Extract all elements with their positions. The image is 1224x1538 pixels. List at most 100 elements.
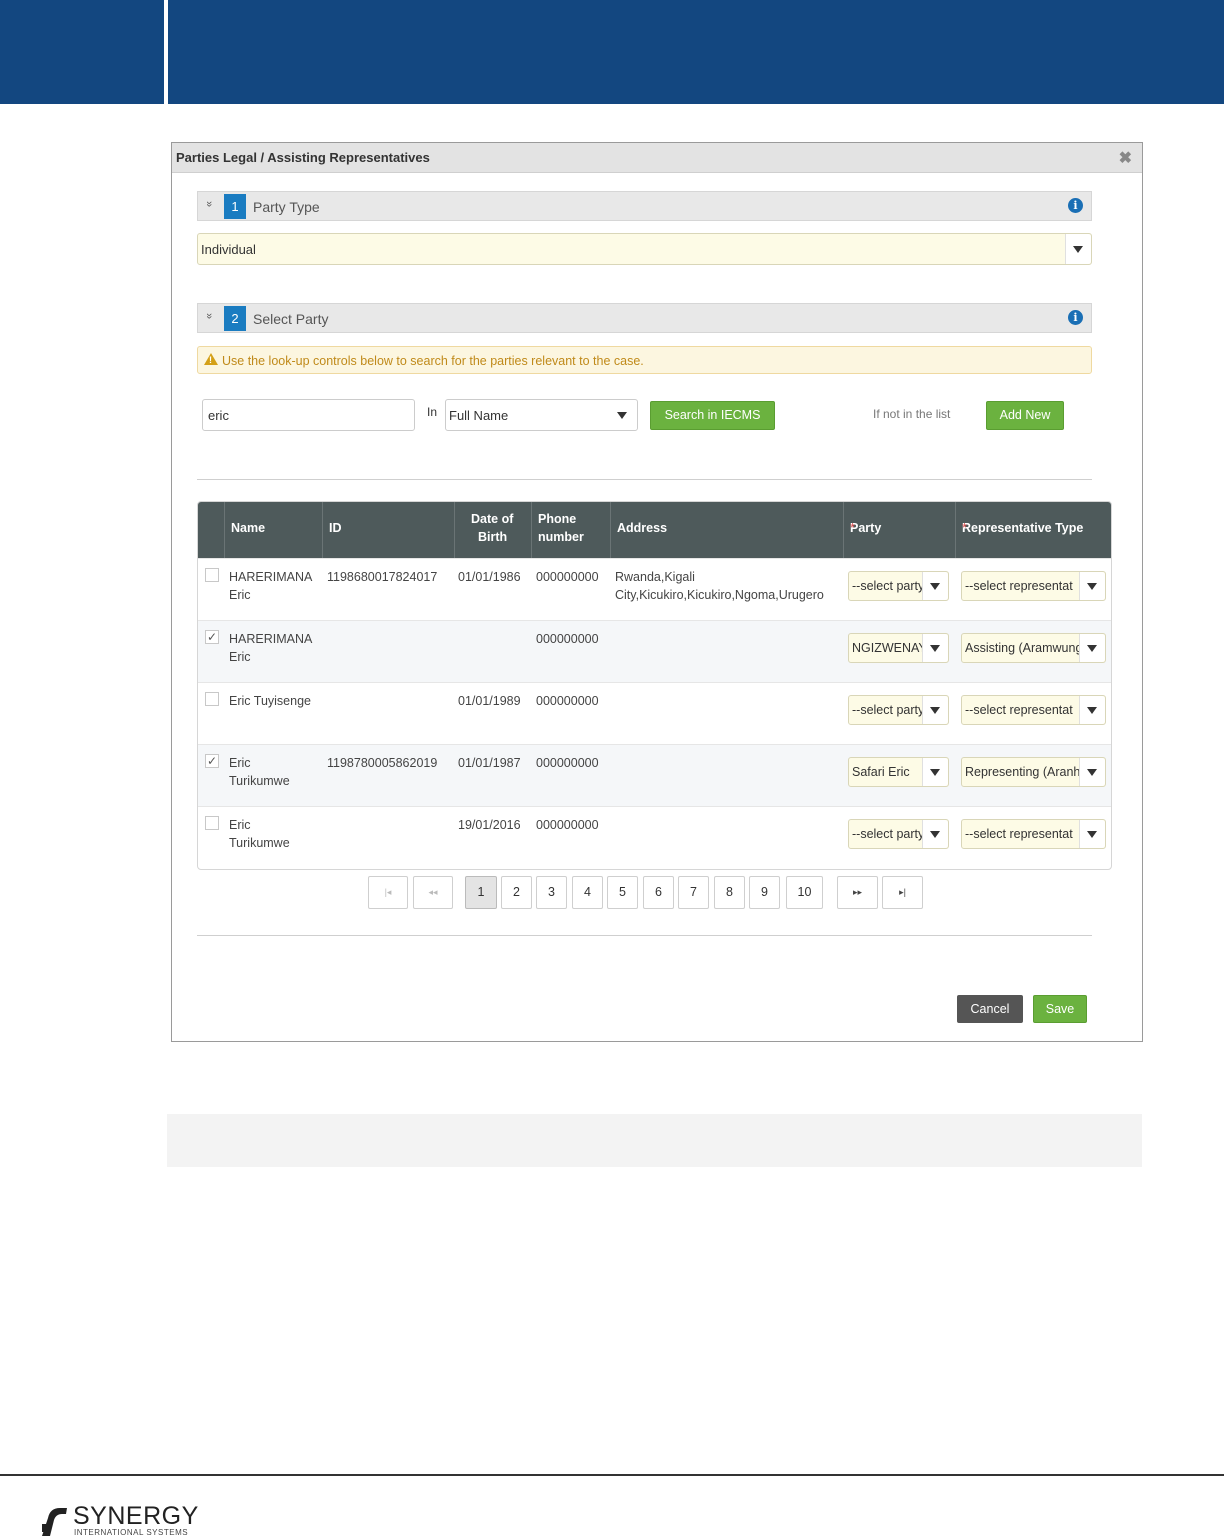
in-label: In bbox=[427, 405, 438, 419]
representative-type-select[interactable]: --select representat bbox=[961, 571, 1106, 601]
party-type-select[interactable]: Individual bbox=[197, 233, 1092, 265]
caret-down-icon[interactable] bbox=[922, 820, 948, 848]
document-header-bar bbox=[0, 0, 1224, 104]
column-name[interactable]: Name bbox=[224, 502, 322, 558]
first-page-button[interactable]: |◂ bbox=[368, 876, 408, 909]
column-id[interactable]: ID bbox=[322, 502, 454, 558]
section-number: 2 bbox=[224, 306, 246, 331]
representative-type-select[interactable]: --select representat bbox=[961, 819, 1106, 849]
representative-type-select[interactable]: Representing (Aranhagarariye) bbox=[961, 757, 1106, 787]
representative-type-select[interactable]: --select representat bbox=[961, 695, 1106, 725]
cell-name: Eric Tuyisenge bbox=[229, 692, 324, 710]
page-button-9[interactable]: 9 bbox=[749, 876, 780, 909]
table-header: Name ID Date of Birth Phone number Addre… bbox=[198, 502, 1111, 558]
cell-name: Eric Turikumwe bbox=[229, 754, 324, 790]
column-address[interactable]: Address bbox=[610, 502, 843, 558]
row-checkbox[interactable]: ✓ bbox=[205, 630, 219, 644]
cancel-button[interactable]: Cancel bbox=[957, 995, 1023, 1023]
caret-down-icon[interactable] bbox=[1079, 696, 1105, 724]
section-label: Select Party bbox=[253, 311, 329, 327]
save-button[interactable]: Save bbox=[1033, 995, 1087, 1023]
party-select[interactable]: NGIZWENAYO bbox=[848, 633, 949, 663]
cell-phone: 000000000 bbox=[536, 632, 599, 646]
section-select-party-header[interactable]: » 2 Select Party i bbox=[197, 303, 1092, 333]
caret-down-icon[interactable] bbox=[922, 572, 948, 600]
cell-name-line2: Turikumwe bbox=[229, 836, 290, 850]
rep-type-label-text: Representative Type bbox=[962, 521, 1084, 535]
caret-down-icon[interactable] bbox=[922, 634, 948, 662]
info-icon[interactable]: i bbox=[1068, 310, 1083, 325]
cell-id: 1198680017824017 bbox=[327, 570, 438, 584]
page-button-8[interactable]: 8 bbox=[714, 876, 745, 909]
party-select-value: --select party bbox=[852, 579, 924, 593]
table-row: ✓ Eric Turikumwe 1198780005862019 01/01/1987… bbox=[198, 744, 1111, 806]
footer-band bbox=[167, 1114, 1142, 1167]
page-button-5[interactable]: 5 bbox=[607, 876, 638, 909]
row-checkbox[interactable]: ✓ bbox=[205, 754, 219, 768]
caret-down-icon[interactable] bbox=[1079, 758, 1105, 786]
search-input[interactable]: eric bbox=[202, 399, 415, 431]
chevron-double-down-icon[interactable]: » bbox=[203, 313, 215, 319]
representative-type-select[interactable]: Assisting (Aramwunganira) bbox=[961, 633, 1106, 663]
required-mark: * bbox=[850, 521, 855, 535]
page-button-4[interactable]: 4 bbox=[572, 876, 603, 909]
search-in-iecms-button[interactable]: Search in IECMS bbox=[650, 401, 775, 430]
caret-down-icon[interactable] bbox=[922, 758, 948, 786]
next-page-button[interactable]: ▸▸ bbox=[837, 876, 878, 909]
page-button-10[interactable]: 10 bbox=[786, 876, 823, 909]
checkmark-icon: ✓ bbox=[206, 630, 218, 644]
cell-dob: 01/01/1989 bbox=[458, 694, 521, 708]
dialog-title: Parties Legal / Assisting Representative… bbox=[176, 150, 430, 165]
page-button-3[interactable]: 3 bbox=[536, 876, 567, 909]
column-phone-label-2: number bbox=[538, 530, 584, 544]
page-button-7[interactable]: 7 bbox=[678, 876, 709, 909]
table-row: HARERIMANA Eric 1198680017824017 01/01/1986… bbox=[198, 558, 1111, 620]
representative-type-value: Representing (Aranhagarariye) bbox=[965, 765, 1080, 779]
column-party[interactable]: Party * bbox=[843, 502, 955, 558]
header-divider bbox=[164, 0, 168, 104]
last-page-button[interactable]: ▸| bbox=[882, 876, 923, 909]
section-label: Party Type bbox=[253, 199, 320, 215]
party-select[interactable]: --select party bbox=[848, 695, 949, 725]
cell-name-line2: Turikumwe bbox=[229, 774, 290, 788]
caret-down-icon[interactable] bbox=[922, 696, 948, 724]
party-select-value: Safari Eric bbox=[852, 765, 910, 779]
caret-down-icon[interactable] bbox=[1079, 820, 1105, 848]
cell-dob: 01/01/1987 bbox=[458, 756, 521, 770]
column-dob[interactable]: Date of Birth bbox=[454, 502, 531, 558]
row-checkbox[interactable] bbox=[205, 816, 219, 830]
page-bottom-rule bbox=[0, 1474, 1224, 1476]
column-phone-label-1: Phone bbox=[538, 512, 577, 526]
cell-address: Rwanda,Kigali City,Kicukiro,Kicukiro,Ngom… bbox=[615, 568, 824, 604]
row-checkbox[interactable] bbox=[205, 568, 219, 582]
page-button-1[interactable]: 1 bbox=[465, 876, 497, 909]
required-mark: * bbox=[962, 521, 967, 535]
cell-address-line1: Rwanda,Kigali bbox=[615, 570, 695, 584]
column-address-label: Address bbox=[617, 521, 668, 535]
party-select[interactable]: --select party bbox=[848, 571, 949, 601]
info-icon[interactable]: i bbox=[1068, 198, 1083, 213]
table-row: Eric Tuyisenge 01/01/1989 000000000 --selec… bbox=[198, 682, 1111, 744]
caret-down-icon[interactable] bbox=[1065, 234, 1091, 264]
add-new-button[interactable]: Add New bbox=[986, 401, 1064, 430]
representative-type-value: --select representat bbox=[965, 827, 1073, 841]
not-in-list-label: If not in the list bbox=[873, 407, 951, 421]
column-rep-type[interactable]: Representative Type * bbox=[955, 502, 1111, 558]
cell-phone: 000000000 bbox=[536, 818, 599, 832]
caret-down-icon[interactable] bbox=[1079, 634, 1105, 662]
party-select-value: --select party bbox=[852, 827, 924, 841]
column-phone[interactable]: Phone number bbox=[531, 502, 610, 558]
row-checkbox[interactable] bbox=[205, 692, 219, 706]
section-party-type-header[interactable]: » 1 Party Type i bbox=[197, 191, 1092, 221]
caret-down-icon[interactable] bbox=[1079, 572, 1105, 600]
party-select[interactable]: Safari Eric bbox=[848, 757, 949, 787]
chevron-double-down-icon[interactable]: » bbox=[203, 201, 215, 207]
page-button-2[interactable]: 2 bbox=[501, 876, 532, 909]
prev-page-button[interactable]: ◂◂ bbox=[413, 876, 453, 909]
representatives-dialog: Parties Legal / Assisting Representative… bbox=[171, 142, 1143, 1042]
search-field-select[interactable]: Full Name bbox=[445, 399, 638, 431]
column-dob-label-1: Date of bbox=[471, 512, 514, 526]
page-button-6[interactable]: 6 bbox=[643, 876, 674, 909]
party-select[interactable]: --select party bbox=[848, 819, 949, 849]
close-icon[interactable]: ✖ bbox=[1119, 148, 1132, 168]
